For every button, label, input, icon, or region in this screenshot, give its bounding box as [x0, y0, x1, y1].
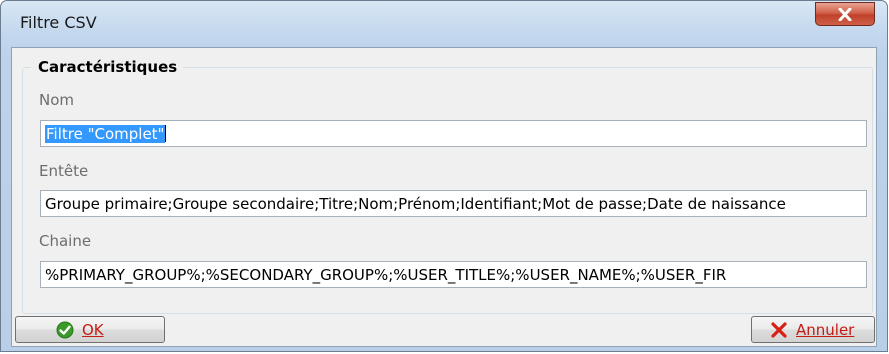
title-bar[interactable]: Filtre CSV [1, 1, 887, 47]
check-icon [56, 321, 74, 338]
close-icon [838, 7, 852, 21]
name-value: Filtre "Complet" [45, 125, 166, 143]
ok-button[interactable]: OK [15, 316, 165, 343]
cancel-button[interactable]: Annuler [751, 316, 875, 343]
dialog-window: Filtre CSV Caractéristiques Nom Filtre "… [0, 0, 888, 352]
dialog-content: Caractéristiques Nom Filtre "Complet" En… [11, 47, 877, 347]
cross-icon [771, 321, 787, 338]
close-button[interactable] [815, 2, 875, 26]
header-label: Entête [39, 162, 89, 180]
name-label: Nom [39, 91, 75, 109]
window-title: Filtre CSV [20, 13, 97, 32]
chain-field[interactable]: %PRIMARY_GROUP%;%SECONDARY_GROUP%;%USER_… [40, 261, 867, 288]
chain-label: Chaine [39, 232, 92, 250]
ok-label: OK [82, 320, 104, 339]
chain-value: %PRIMARY_GROUP%;%SECONDARY_GROUP%;%USER_… [45, 266, 727, 284]
cancel-label: Annuler [796, 320, 855, 339]
characteristics-group: Caractéristiques Nom Filtre "Complet" En… [22, 58, 873, 314]
header-field[interactable]: Groupe primaire;Groupe secondaire;Titre;… [40, 190, 867, 217]
header-value: Groupe primaire;Groupe secondaire;Titre;… [45, 195, 786, 213]
group-title: Caractéristiques [31, 58, 184, 76]
text-cursor [165, 125, 167, 142]
name-field[interactable]: Filtre "Complet" [40, 120, 867, 147]
